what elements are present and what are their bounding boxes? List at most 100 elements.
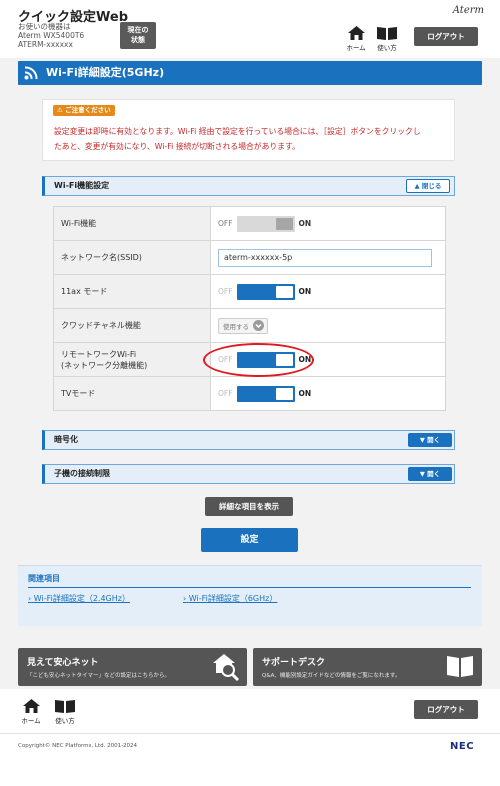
notice-line-2: たあと、変更が有効になり、Wi-Fi 接続が切断される場合があります。 — [54, 142, 300, 151]
chevron-up-icon: ▲ — [414, 182, 420, 190]
remote-work-wifi-subtitle: (ネットワーク分離機能) — [61, 360, 148, 370]
open-label: 開く — [427, 436, 441, 444]
wifi-icon — [24, 66, 38, 80]
related-divider — [28, 587, 471, 588]
remote-work-wifi-title: リモートワークWi-Fi — [61, 349, 137, 359]
highlight-circle — [203, 343, 314, 377]
quad-channel-label: クワッドチャネル機能 — [53, 308, 211, 343]
device-name: ATERM-xxxxxx — [18, 40, 73, 49]
quad-channel-select[interactable]: 使用する — [218, 317, 268, 334]
wifi-function-toggle[interactable]: OFF ON — [218, 215, 312, 232]
ssid-input[interactable] — [218, 248, 432, 267]
tv-mode-cell: OFF ON — [210, 376, 446, 411]
11ax-mode-cell: OFF ON — [210, 274, 446, 309]
section-wifi-function: Wi-Fi機能設定 ▲ 閉じる — [42, 176, 455, 196]
submit-button[interactable]: 設定 — [201, 528, 298, 552]
open-label: 開く — [427, 470, 441, 478]
toggle-off-text: OFF — [218, 287, 233, 296]
chevron-down-icon — [253, 320, 264, 331]
device-line-1: お使いの機器は — [18, 22, 71, 31]
11ax-mode-toggle[interactable]: OFF ON — [218, 283, 312, 300]
chevron-down-icon: ▼ — [419, 436, 425, 444]
home-icon — [22, 699, 40, 713]
page-title: Wi-Fi詳細設定(5GHz) — [18, 61, 482, 85]
chevron-down-icon: ▼ — [419, 470, 425, 478]
nec-logo: NEC — [450, 741, 475, 752]
link-wifi-2-4ghz[interactable]: › Wi-Fi詳細設定（2.4GHz） — [28, 593, 130, 604]
book-icon — [55, 700, 75, 713]
wifi-function-cell: OFF ON — [210, 206, 446, 241]
table-row: クワッドチャネル機能 使用する — [53, 308, 446, 343]
chevron-right-icon: › — [28, 594, 32, 603]
home-icon — [347, 26, 365, 40]
link-wifi-6ghz-label: Wi-Fi詳細設定（6GHz） — [188, 594, 278, 603]
notice-text: 設定変更は即時に有効となります。Wi-Fi 経由で設定を行っている場合には、［設… — [54, 124, 450, 154]
toggle-on-text: ON — [298, 287, 312, 296]
wifi-function-label: Wi-Fi機能 — [53, 206, 211, 241]
notice-badge-label: ご注意ください — [65, 106, 111, 114]
warning-icon: ⚠ — [57, 106, 63, 114]
home-label: ホーム — [21, 717, 41, 725]
link-wifi-6ghz[interactable]: › Wi-Fi詳細設定（6GHz） — [183, 593, 277, 604]
status-label-2: 状態 — [131, 36, 145, 44]
table-row: Wi-Fi機能 OFF ON — [53, 206, 446, 241]
current-status-button[interactable]: 現在の 状態 — [120, 22, 156, 49]
toggle-switch[interactable] — [236, 215, 295, 232]
remote-work-wifi-label: リモートワークWi-Fi (ネットワーク分離機能) — [53, 342, 211, 377]
table-row: ネットワーク名(SSID) — [53, 240, 446, 275]
quad-channel-cell: 使用する — [210, 308, 446, 343]
table-row: 11ax モード OFF ON — [53, 274, 446, 309]
support-desk-banner[interactable]: サポートデスク Q&A、機能別設定ガイドなどの情報をご覧になれます。 — [253, 648, 482, 686]
toggle-on-text: ON — [298, 389, 312, 398]
toggle-off-text: OFF — [218, 389, 233, 398]
status-label-1: 現在の — [127, 26, 149, 34]
ssid-cell — [210, 240, 446, 275]
table-row: TVモード OFF ON — [53, 376, 446, 411]
safe-net-title: 見えて安心ネット — [27, 658, 99, 668]
related-items-title: 関連項目 — [28, 574, 60, 583]
help-label: 使い方 — [55, 717, 75, 725]
section-client-restriction[interactable]: 子機の接続制限 ▼ 開く — [42, 464, 455, 484]
wifi-settings-table: Wi-Fi機能 OFF ON ネットワーク名(SSID) 11ax モード OF… — [53, 206, 446, 411]
device-info: お使いの機器は Aterm WX5400T6 ATERM-xxxxxx — [18, 22, 84, 49]
toggle-on-text: ON — [298, 219, 312, 228]
help-link[interactable]: 使い方 — [374, 26, 400, 52]
footer-divider — [0, 733, 500, 734]
11ax-mode-label: 11ax モード — [53, 274, 211, 309]
toggle-switch[interactable] — [236, 385, 295, 402]
logout-button-footer[interactable]: ログアウト — [414, 700, 478, 719]
open-encryption-button[interactable]: ▼ 開く — [408, 433, 452, 447]
copyright: Copyright© NEC Platforms, Ltd. 2001-2024 — [18, 743, 138, 749]
notice-line-1: 設定変更は即時に有効となります。Wi-Fi 経由で設定を行っている場合には、［設… — [54, 127, 421, 136]
tv-mode-label: TVモード — [53, 376, 211, 411]
notice-badge: ⚠ ご注意ください — [53, 105, 115, 116]
book-icon — [377, 27, 397, 40]
logout-button[interactable]: ログアウト — [414, 27, 478, 46]
section-client-restriction-title: 子機の接続制限 — [54, 469, 110, 478]
ssid-label: ネットワーク名(SSID) — [53, 240, 211, 275]
toggle-switch[interactable] — [236, 283, 295, 300]
close-section-button[interactable]: ▲ 閉じる — [406, 179, 450, 193]
tv-mode-toggle[interactable]: OFF ON — [218, 385, 312, 402]
book-icon — [447, 656, 473, 677]
home-search-icon — [213, 654, 239, 681]
close-label: 閉じる — [421, 182, 442, 190]
section-encryption-title: 暗号化 — [54, 435, 78, 444]
section-encryption[interactable]: 暗号化 ▼ 開く — [42, 430, 455, 450]
brand-logo: Aterm — [452, 5, 484, 16]
home-link-footer[interactable]: ホーム — [20, 699, 42, 725]
show-details-button[interactable]: 詳細な項目を表示 — [205, 497, 293, 516]
support-desk-title: サポートデスク — [262, 658, 326, 668]
help-label: 使い方 — [377, 44, 397, 52]
toggle-off-text: OFF — [218, 219, 233, 228]
open-client-restriction-button[interactable]: ▼ 開く — [408, 467, 452, 481]
quad-channel-value: 使用する — [223, 322, 249, 331]
device-model: Aterm WX5400T6 — [18, 31, 85, 40]
safe-net-banner[interactable]: 見えて安心ネット 「こども安心ネットタイマー」などの設定はこちらから。 — [18, 648, 247, 686]
help-link-footer[interactable]: 使い方 — [52, 699, 78, 725]
section-wifi-function-title: Wi-Fi機能設定 — [54, 181, 110, 190]
safe-net-subtitle: 「こども安心ネットタイマー」などの設定はこちらから。 — [27, 673, 171, 679]
home-link[interactable]: ホーム — [345, 26, 367, 52]
chevron-right-icon: › — [183, 594, 187, 603]
support-desk-subtitle: Q&A、機能別設定ガイドなどの情報をご覧になれます。 — [262, 673, 401, 679]
